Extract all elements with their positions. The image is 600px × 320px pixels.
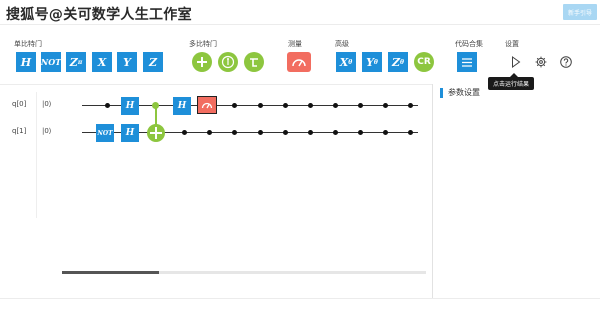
wire-slot[interactable]: [333, 103, 338, 108]
wire-slot[interactable]: [308, 103, 313, 108]
y-theta-gate-button[interactable]: Yθ: [362, 52, 382, 72]
not-gate-button[interactable]: NOT: [41, 52, 61, 72]
wire-slot[interactable]: [258, 130, 263, 135]
initial-state-q0: |0⟩: [42, 100, 52, 108]
cnot-control-dot[interactable]: [152, 102, 159, 109]
menu-icon: [462, 57, 472, 67]
wire-slot[interactable]: [232, 103, 237, 108]
help-button[interactable]: [559, 55, 573, 69]
run-tooltip: 点击运行结果: [488, 73, 535, 90]
advanced-title: 高级: [335, 40, 349, 48]
circle-dot-icon: [221, 55, 235, 69]
wire-slot[interactable]: [232, 130, 237, 135]
x-theta-gate-button[interactable]: Xθ: [336, 52, 356, 72]
single-qubit-gates-title: 单比特门: [14, 40, 42, 48]
circuit-h-gate[interactable]: H: [121, 124, 139, 142]
code-collection-button[interactable]: [457, 52, 477, 72]
panel-divider: [432, 84, 433, 298]
wire-slot[interactable]: [182, 130, 187, 135]
params-accent-bar: [440, 88, 443, 98]
canvas-left-border: [36, 92, 37, 218]
circuit-h-gate[interactable]: H: [173, 97, 191, 115]
cnot-gate-button[interactable]: [192, 52, 212, 72]
circuit-measure-gate[interactable]: [197, 96, 217, 114]
qubit-label-q0: q[0]: [12, 100, 27, 108]
measure-title: 测量: [288, 40, 302, 48]
toolbar-bottom-divider: [0, 84, 432, 85]
z-theta-gate-button[interactable]: Zθ: [388, 52, 408, 72]
z-pi-gate-button[interactable]: Zπ: [66, 52, 86, 72]
meter-icon: [292, 59, 306, 67]
wire-slot[interactable]: [333, 130, 338, 135]
initial-state-q1: |0⟩: [42, 127, 52, 135]
t-shape-icon: [250, 58, 258, 67]
cnot-target[interactable]: [147, 124, 165, 142]
beginner-guide-button[interactable]: 新手引导: [563, 4, 597, 20]
wire-slot[interactable]: [258, 103, 263, 108]
params-panel-title: 参数设置: [448, 88, 480, 97]
wire-slot[interactable]: [105, 103, 110, 108]
meter-icon: [201, 102, 213, 109]
wire-slot[interactable]: [283, 103, 288, 108]
wire-slot[interactable]: [358, 130, 363, 135]
z-gate-button[interactable]: Z: [143, 52, 163, 72]
y-gate-button[interactable]: Y: [117, 52, 137, 72]
multi-qubit-gates-title: 多比特门: [189, 40, 217, 48]
toffoli-gate-button[interactable]: [244, 52, 264, 72]
wire-slot[interactable]: [283, 130, 288, 135]
circuit-h-gate[interactable]: H: [121, 97, 139, 115]
code-collection-title: 代码合集: [455, 40, 483, 48]
horizontal-scrollbar-thumb[interactable]: [62, 271, 159, 274]
wire-slot[interactable]: [308, 130, 313, 135]
settings-title: 设置: [505, 40, 519, 48]
wire-slot[interactable]: [383, 130, 388, 135]
settings-button[interactable]: [534, 55, 548, 69]
bottom-divider: [0, 298, 600, 299]
circuit-not-gate[interactable]: NOT: [96, 124, 114, 142]
swap-gate-button[interactable]: [218, 52, 238, 72]
h-gate-button[interactable]: H: [16, 52, 36, 72]
plus-icon: [197, 57, 207, 67]
wire-slot[interactable]: [207, 130, 212, 135]
qubit-label-q1: q[1]: [12, 127, 27, 135]
wire-slot[interactable]: [408, 103, 413, 108]
watermark: 搜狐号@关可数学人生工作室: [6, 7, 192, 23]
wire-slot[interactable]: [408, 130, 413, 135]
run-button[interactable]: [509, 55, 523, 69]
cr-gate-button[interactable]: CR: [414, 52, 434, 72]
play-icon: [512, 56, 521, 68]
help-icon: [560, 56, 572, 68]
toolbar-top-divider: [0, 24, 600, 25]
x-gate-button[interactable]: X: [92, 52, 112, 72]
wire-slot[interactable]: [383, 103, 388, 108]
measure-button[interactable]: [287, 52, 311, 72]
wire-slot[interactable]: [358, 103, 363, 108]
gear-icon: [535, 56, 547, 68]
